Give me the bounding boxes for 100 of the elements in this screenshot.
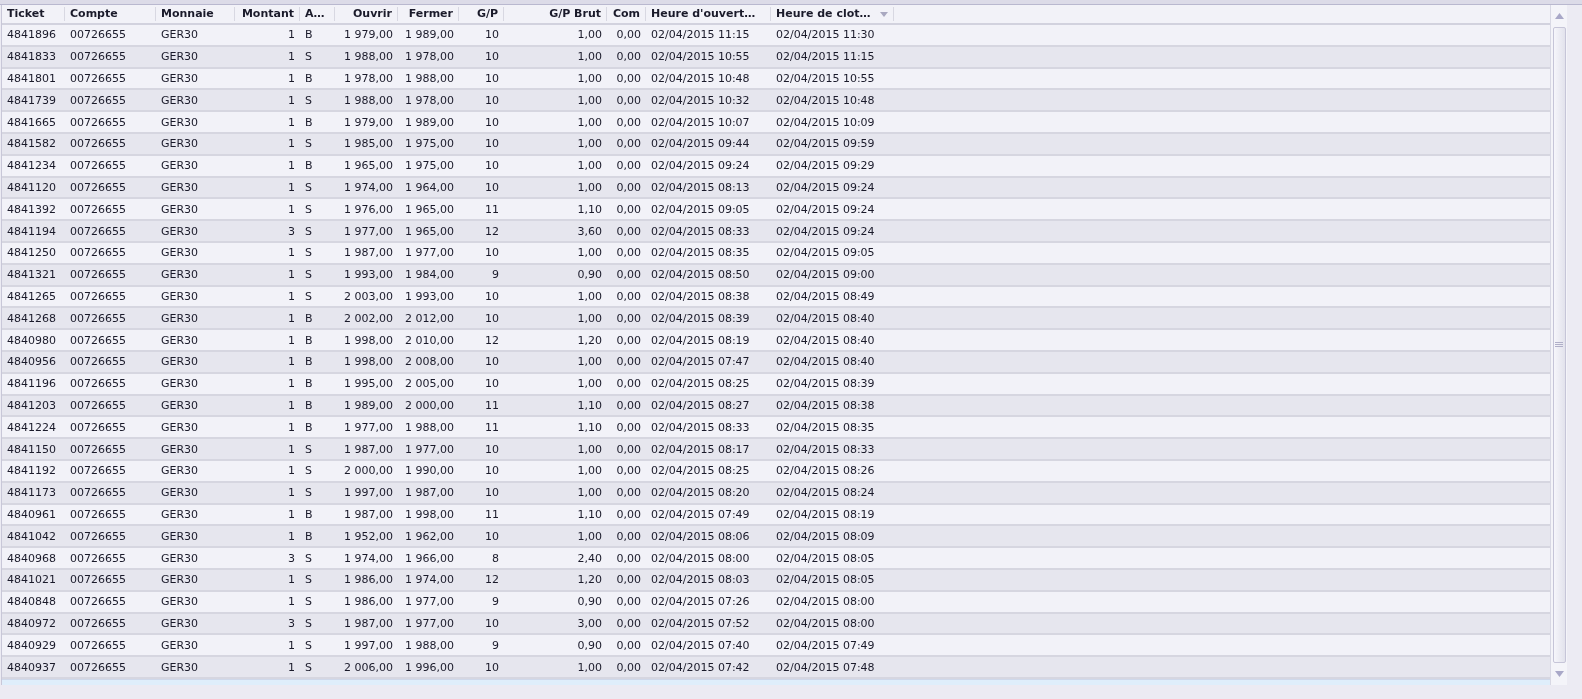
- table-cell-text: 02/04/2015 07:42: [650, 660, 751, 674]
- table-cell-text: 02/04/2015 08:33: [775, 442, 876, 456]
- column-header[interactable]: G/P Brut: [504, 7, 607, 21]
- table-cell-text: 9: [491, 268, 500, 282]
- table-cell-text: 00726655: [69, 159, 127, 173]
- table-cell-text: 3,00: [576, 616, 603, 630]
- table-cell-text: 1 952,00: [343, 529, 394, 543]
- table-cell-text: 00726655: [69, 180, 127, 194]
- table-cell-text: 1 979,00: [343, 115, 394, 129]
- table-cell-text: 4841268: [6, 311, 57, 325]
- table-cell-text: 1 989,00: [404, 28, 455, 42]
- table-cell-text: 0,00: [615, 442, 642, 456]
- column-header[interactable]: Monnaie: [156, 7, 235, 21]
- column-header[interactable]: Heure de clot…: [771, 7, 894, 21]
- table-cell-text: 02/04/2015 09:44: [650, 137, 751, 151]
- table-cell-text: 0,00: [615, 398, 642, 412]
- table-cell-text: 10: [484, 529, 500, 543]
- table-cell-text: 0,00: [615, 311, 642, 325]
- table-cell-text: 1 977,00: [343, 224, 394, 238]
- table-cell-text: 02/04/2015 07:52: [650, 616, 751, 630]
- table-cell-text: 02/04/2015 08:03: [650, 573, 751, 587]
- table-cell-text: 02/04/2015 09:00: [775, 268, 876, 282]
- table-cell-text: GER30: [160, 355, 200, 369]
- table-cell-text: GER30: [160, 311, 200, 325]
- table-cell-text: 10: [484, 377, 500, 391]
- table-cell-text: 00726655: [69, 638, 127, 652]
- table-cell-text: 0,00: [615, 202, 642, 216]
- table-cell-text: GER30: [160, 507, 200, 521]
- table-cell-text: 1,00: [576, 529, 603, 543]
- table-cell-text: 1,00: [576, 660, 603, 674]
- table-cell-text: 02/04/2015 08:26: [775, 464, 876, 478]
- table-cell-text: 1 986,00: [343, 595, 394, 609]
- table-cell-text: 2 003,00: [343, 289, 394, 303]
- table-cell-text: S: [304, 638, 313, 652]
- table-cell-text: 1 987,00: [343, 442, 394, 456]
- table-cell-text: 0,00: [615, 355, 642, 369]
- table-cell-text: 0,00: [615, 486, 642, 500]
- table-cell-text: 00726655: [69, 115, 127, 129]
- table-cell-text: 4841665: [6, 115, 57, 129]
- table-cell-text: S: [304, 573, 313, 587]
- table-cell-text: 1,00: [576, 289, 603, 303]
- table-cell-text: 0,00: [615, 268, 642, 282]
- scroll-up-icon[interactable]: [1554, 13, 1564, 19]
- column-header[interactable]: Ticket: [2, 7, 65, 21]
- table-cell-text: 11: [484, 398, 500, 412]
- table-cell-text: GER30: [160, 115, 200, 129]
- scroll-down-icon[interactable]: [1554, 670, 1564, 677]
- table-cell-text: 1,00: [576, 50, 603, 64]
- column-header[interactable]: Com: [607, 7, 646, 21]
- column-header[interactable]: Heure d'ouvert…: [646, 7, 771, 21]
- table-cell-text: S: [304, 268, 313, 282]
- table-cell-text: 0,00: [615, 529, 642, 543]
- table-cell-text: 02/04/2015 11:15: [650, 28, 751, 42]
- column-header[interactable]: Ouvrir: [335, 7, 398, 21]
- table-cell-text: 1,00: [576, 355, 603, 369]
- table-cell-text: 1 978,00: [404, 50, 455, 64]
- grip-icon: [1555, 341, 1563, 348]
- column-header[interactable]: Compte: [65, 7, 156, 21]
- table-cell-text: 10: [484, 486, 500, 500]
- table-cell-text: 02/04/2015 09:05: [650, 202, 751, 216]
- table-cell-text: B: [304, 507, 314, 521]
- table-cell-text: 1: [287, 202, 296, 216]
- table-cell-text: 02/04/2015 09:05: [775, 246, 876, 260]
- caret-icon[interactable]: [880, 11, 888, 17]
- table-cell-text: 00726655: [69, 529, 127, 543]
- table-cell-text: 1: [287, 529, 296, 543]
- column-header[interactable]: Fermer: [398, 7, 459, 21]
- table-cell-text: 1 976,00: [343, 202, 394, 216]
- table-cell-text: 02/04/2015 11:30: [775, 28, 876, 42]
- table-cell-text: 0,00: [615, 333, 642, 347]
- table-cell-text: GER30: [160, 180, 200, 194]
- column-header[interactable]: G/P: [459, 7, 504, 21]
- table-cell-text: 1 997,00: [343, 486, 394, 500]
- table-cell-text: 02/04/2015 08:40: [775, 311, 876, 325]
- table-cell-text: 00726655: [69, 573, 127, 587]
- vertical-scrollbar[interactable]: [1550, 5, 1567, 685]
- table-cell-text: 4841192: [6, 464, 57, 478]
- table-cell-text: 1,00: [576, 159, 603, 173]
- scroll-thumb[interactable]: [1552, 27, 1566, 663]
- table-cell-text: GER30: [160, 137, 200, 151]
- table-cell-text: 02/04/2015 08:19: [650, 333, 751, 347]
- table-cell-text: GER30: [160, 529, 200, 543]
- column-header[interactable]: A…: [300, 7, 335, 21]
- table-cell-text: 1,00: [576, 115, 603, 129]
- table-cell-text: S: [304, 442, 313, 456]
- table-cell-text: 10: [484, 246, 500, 260]
- table-cell-text: B: [304, 311, 314, 325]
- table-cell-text: 02/04/2015 08:33: [650, 224, 751, 238]
- table-cell-text: 4841203: [6, 398, 57, 412]
- table-cell-text: 02/04/2015 10:07: [650, 115, 751, 129]
- table-cell-text: 1 962,00: [404, 529, 455, 543]
- column-header[interactable]: Montant: [235, 7, 300, 21]
- table-cell-text: 4841896: [6, 28, 57, 42]
- table-cell-text: GER30: [160, 202, 200, 216]
- table-cell-text: 0,00: [615, 507, 642, 521]
- table-cell-text: 1,00: [576, 137, 603, 151]
- table-cell-text: 02/04/2015 09:59: [775, 137, 876, 151]
- table-cell-text: 1 977,00: [404, 442, 455, 456]
- table-cell-text: 02/04/2015 07:47: [650, 355, 751, 369]
- table-cell-text: B: [304, 159, 314, 173]
